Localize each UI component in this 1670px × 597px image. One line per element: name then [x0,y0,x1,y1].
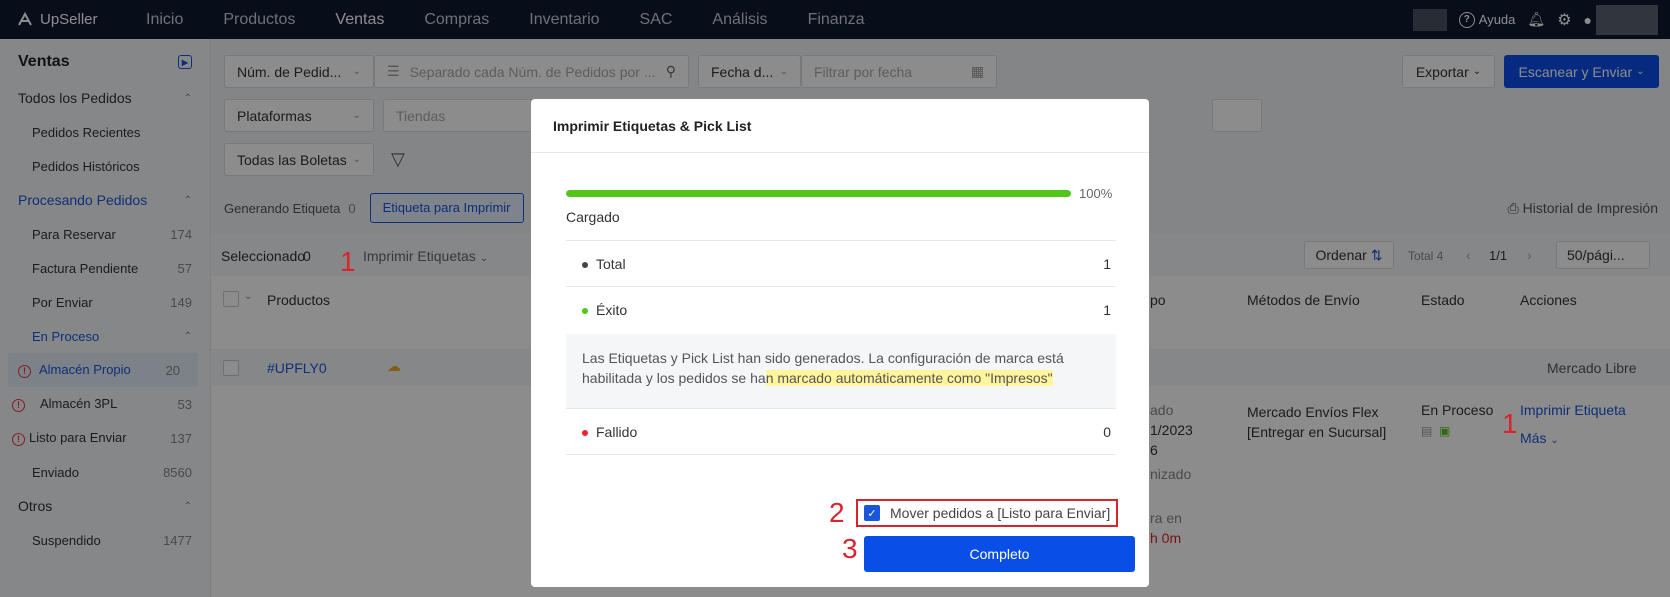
progress-percent: 100% [1079,185,1113,201]
result-value: 0 [1103,423,1111,440]
progress-bar: 100% [566,185,1116,201]
bullet-icon [582,429,588,436]
result-label: Éxito [596,301,628,318]
result-row-total: Total 1 [566,240,1116,286]
note-highlight: n marcado automáticamente como "Impresos… [765,370,1053,386]
result-value: 1 [1103,255,1111,272]
result-label: Fallido [596,423,638,440]
progress-fill [566,189,1071,197]
annotation-number: 2 [829,497,845,528]
bullet-icon [582,307,588,314]
divider [566,454,1116,455]
annotation-number: 1 [1502,408,1518,439]
result-label: Total [596,255,626,272]
result-value: 1 [1103,301,1111,318]
result-row-failed: Fallido 0 [566,408,1116,454]
annotation-number: 1 [340,246,356,277]
annotation-number: 3 [842,533,858,564]
checkbox-label: Mover pedidos a [Listo para Enviar] [890,505,1111,521]
move-orders-checkbox[interactable]: ✓ Mover pedidos a [Listo para Enviar] [856,499,1118,527]
result-row-success: Éxito 1 [566,286,1116,332]
modal-title: Imprimir Etiquetas & Pick List [531,99,1149,153]
bullet-icon [582,261,588,268]
progress-track [566,189,1071,197]
checkmark-icon: ✓ [864,505,880,521]
result-note: Las Etiquetas y Pick List han sido gener… [566,334,1116,408]
loaded-label: Cargado [566,209,620,225]
complete-button[interactable]: Completo [864,536,1135,572]
